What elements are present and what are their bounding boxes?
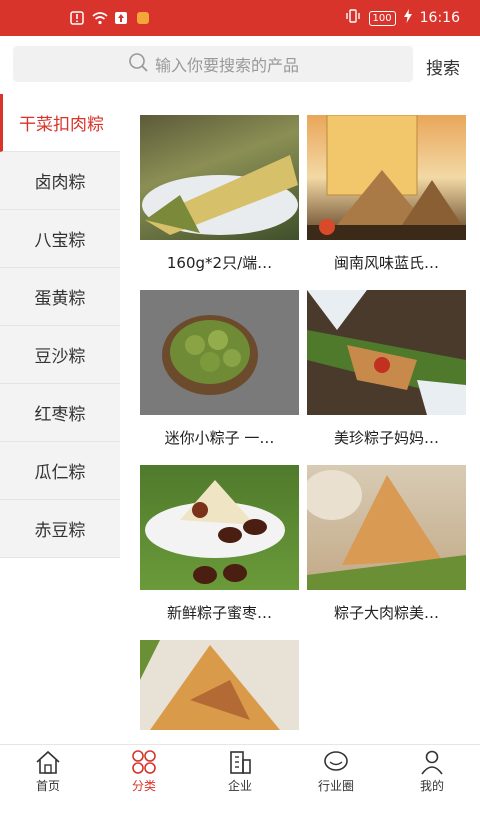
wifi-icon [92, 10, 108, 25]
user-icon [421, 750, 443, 775]
product-image [307, 290, 466, 415]
product-title: 粽子大肉粽美… [333, 604, 439, 622]
tab-enterprise[interactable]: 企业 [192, 745, 288, 800]
search-button[interactable]: 搜索 [426, 54, 460, 79]
product-image [307, 465, 466, 590]
tab-label: 我的 [419, 779, 444, 793]
product-card[interactable]: 迷你小粽子 一… [140, 290, 299, 465]
tab-label: 分类 [131, 779, 156, 793]
product-title: 160g*2只/端… [166, 254, 273, 272]
sidebar-item-label: 瓜仁粽 [34, 463, 86, 483]
product-title: 新鲜粽子蜜枣… [166, 604, 272, 622]
sidebar-item-lurou[interactable]: 卤肉粽 [0, 152, 120, 210]
product-image [140, 290, 299, 415]
sidebar-item-label: 八宝粽 [34, 231, 86, 251]
product-image [140, 640, 299, 730]
sidebar-item-label: 红枣粽 [34, 405, 86, 425]
upload-icon [114, 10, 128, 24]
tab-industry-circle[interactable]: 行业圈 [288, 745, 384, 800]
product-image [140, 465, 299, 590]
sidebar-item-danhuang[interactable]: 蛋黄粽 [0, 268, 120, 326]
category-sidebar: 干菜扣肉粽 卤肉粽 八宝粽 蛋黄粽 豆沙粽 红枣粽 瓜仁粽 赤豆粽 [0, 94, 120, 558]
tab-mine[interactable]: 我的 [384, 745, 480, 800]
sidebar-item-label: 赤豆粽 [34, 521, 86, 541]
chat-circle-icon [324, 751, 348, 771]
product-card[interactable]: 闽南风味蓝氏… [307, 115, 466, 290]
search-icon [127, 51, 149, 77]
sidebar-item-label: 干菜扣肉粽 [19, 115, 104, 135]
tab-category[interactable]: 分类 [96, 745, 192, 800]
tab-label: 行业圈 [317, 779, 354, 793]
building-icon [230, 751, 251, 774]
search-input[interactable]: 输入你要搜索的产品 [13, 46, 413, 82]
search-placeholder: 输入你要搜索的产品 [154, 56, 299, 75]
product-card[interactable]: 新鲜粽子蜜枣… [140, 465, 299, 640]
product-card[interactable]: 美珍粽子妈妈… [307, 290, 466, 465]
sidebar-item-label: 蛋黄粽 [34, 289, 86, 309]
bottom-tab-bar: 首页 分类 企业 行业圈 我的 [0, 744, 480, 800]
status-left-icons [70, 10, 150, 25]
sidebar-item-label: 豆沙粽 [34, 347, 86, 367]
search-bar: 输入你要搜索的产品 搜索 [0, 36, 480, 92]
product-card[interactable]: 160g*2只/端… [140, 115, 299, 290]
product-title: 美珍粽子妈妈… [333, 429, 439, 447]
sidebar-item-babao[interactable]: 八宝粽 [0, 210, 120, 268]
sidebar-item-guaren[interactable]: 瓜仁粽 [0, 442, 120, 500]
tab-label: 企业 [227, 779, 252, 793]
product-image [307, 115, 466, 240]
product-title: 迷你小粽子 一… [164, 429, 275, 447]
sidebar-item-label: 卤肉粽 [34, 173, 86, 193]
tab-label: 首页 [35, 779, 60, 793]
product-image [140, 115, 299, 240]
status-bar: 100 16:16 [0, 0, 480, 36]
category-icon [132, 750, 156, 774]
sidebar-item-hongzao[interactable]: 红枣粽 [0, 384, 120, 442]
sidebar-item-chidou[interactable]: 赤豆粽 [0, 500, 120, 558]
product-title: 闽南风味蓝氏… [333, 254, 439, 272]
alert-icon [70, 10, 84, 25]
vibrate-icon [345, 9, 361, 27]
battery-indicator: 100 [368, 10, 396, 26]
product-card[interactable]: 粽子大肉粽美… [307, 465, 466, 640]
status-time: 16:16 [419, 10, 460, 26]
sidebar-item-gancai-kourou[interactable]: 干菜扣肉粽 [0, 94, 120, 152]
status-right: 100 16:16 [345, 9, 460, 27]
sidebar-item-dousha[interactable]: 豆沙粽 [0, 326, 120, 384]
notification-icon [136, 10, 150, 24]
charging-icon [403, 9, 412, 27]
tab-home[interactable]: 首页 [0, 745, 96, 800]
home-icon [36, 750, 60, 774]
